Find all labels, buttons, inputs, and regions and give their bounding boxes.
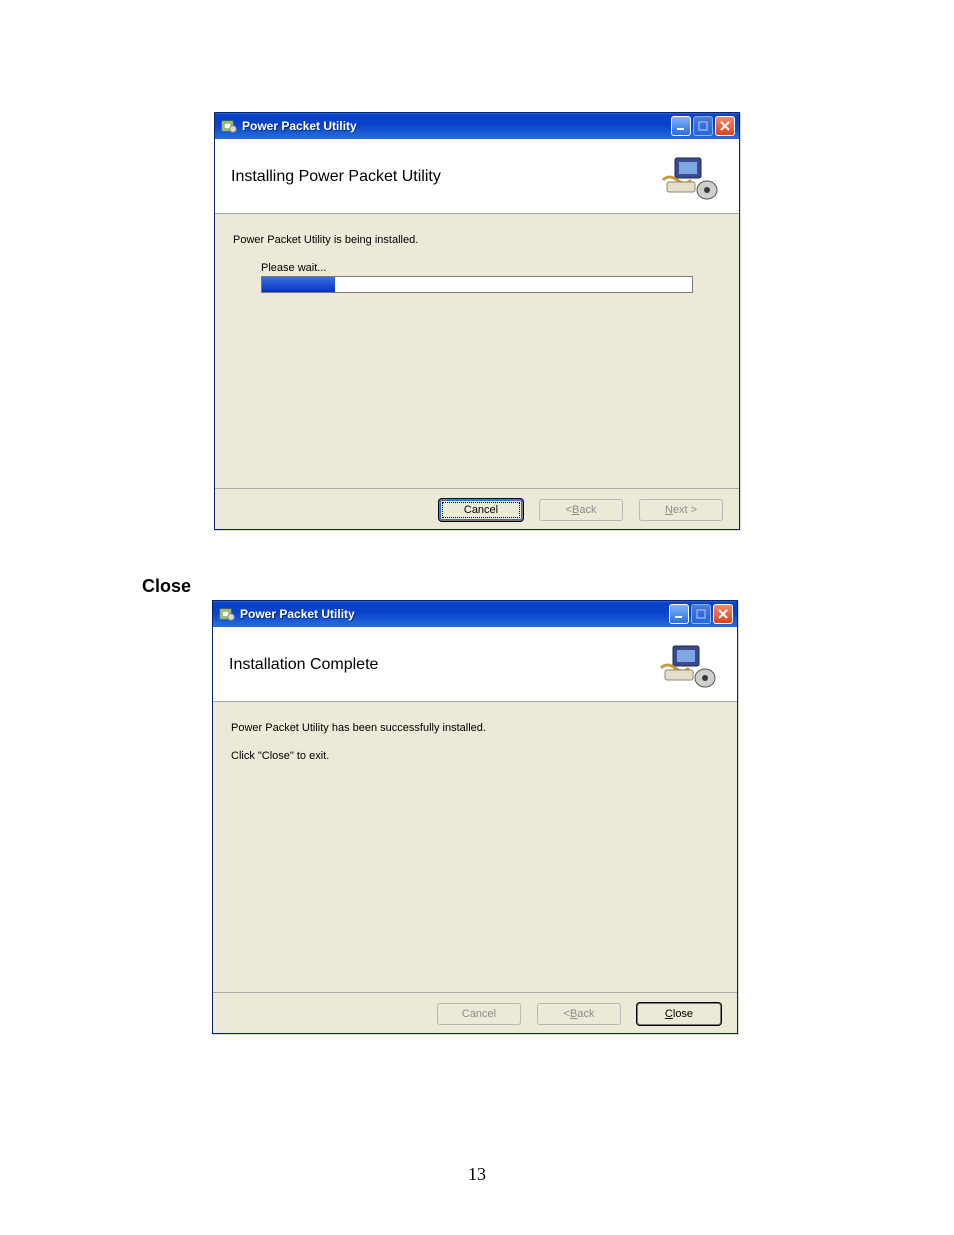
close-button[interactable]: Close [637, 1003, 721, 1025]
status-text: Power Packet Utility has been successful… [231, 722, 719, 734]
installer-graphic-icon [657, 152, 723, 202]
back-button: < Back [539, 499, 623, 521]
back-button: < Back [537, 1003, 621, 1025]
wizard-header-title: Installation Complete [229, 656, 378, 674]
instruction-text: Click "Close" to exit. [231, 750, 719, 762]
minimize-button[interactable] [669, 604, 689, 624]
maximize-button [693, 116, 713, 136]
maximize-button [691, 604, 711, 624]
close-window-button[interactable] [715, 116, 735, 136]
next-button: Next > [639, 499, 723, 521]
window-controls [671, 116, 735, 136]
section-heading: Close [142, 576, 191, 597]
progress-bar [261, 276, 693, 293]
installer-icon [221, 118, 237, 134]
wizard-header-title: Installing Power Packet Utility [231, 168, 441, 186]
wizard-header: Installation Complete [213, 627, 737, 702]
minimize-button[interactable] [671, 116, 691, 136]
wizard-footer: Cancel < Back Next > [215, 488, 739, 533]
cancel-button[interactable]: Cancel [439, 499, 523, 521]
installer-graphic-icon [655, 640, 721, 690]
titlebar: Power Packet Utility [213, 601, 737, 627]
cancel-button: Cancel [437, 1003, 521, 1025]
titlebar: Power Packet Utility [215, 113, 739, 139]
window-title: Power Packet Utility [240, 607, 669, 621]
installer-icon [219, 606, 235, 622]
wizard-body: Power Packet Utility has been successful… [213, 702, 737, 992]
wizard-header: Installing Power Packet Utility [215, 139, 739, 214]
installer-window-installing: Power Packet Utility Installing Power Pa… [214, 112, 740, 530]
page-number: 13 [0, 1164, 954, 1185]
wizard-footer: Cancel < Back Close [213, 992, 737, 1037]
status-text: Power Packet Utility is being installed. [233, 234, 721, 246]
installer-window-complete: Power Packet Utility Installation Comple… [212, 600, 738, 1034]
progress-label: Please wait... [261, 262, 693, 274]
wizard-body: Power Packet Utility is being installed.… [215, 214, 739, 488]
window-controls [669, 604, 733, 624]
window-title: Power Packet Utility [242, 119, 671, 133]
close-window-button[interactable] [713, 604, 733, 624]
progress-bar-fill [262, 277, 335, 292]
